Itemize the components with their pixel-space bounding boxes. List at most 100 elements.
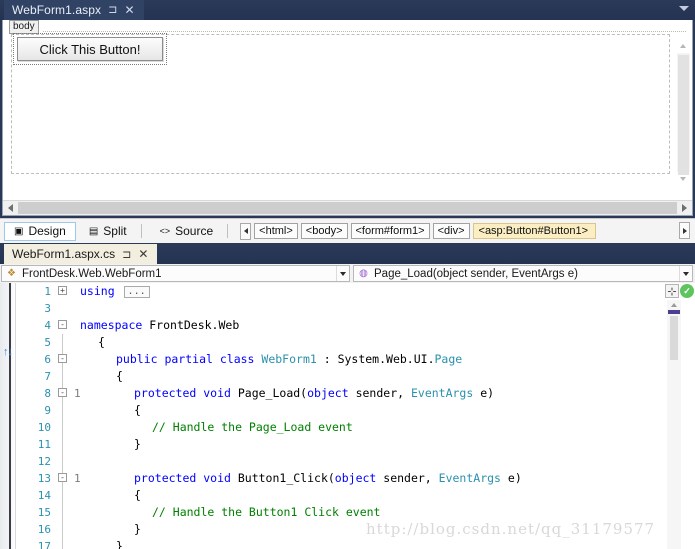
code-text: {: [116, 368, 123, 385]
code-text: // Handle the Page_Load event: [152, 419, 353, 436]
tab-webform1-aspx-cs[interactable]: WebForm1.aspx.cs ⊐ ✕: [4, 244, 158, 264]
pin-icon[interactable]: ⊐: [108, 4, 117, 16]
breadcrumb-tag-asp-button[interactable]: <asp:Button#Button1>: [472, 223, 596, 239]
chevron-down-icon[interactable]: [679, 266, 692, 281]
code-line[interactable]: 4- namespace FrontDesk.Web: [17, 317, 665, 334]
divider: [227, 224, 229, 238]
line-number: 4: [44, 319, 51, 332]
code-line[interactable]: 15 // Handle the Button1 Click event: [17, 504, 665, 521]
asp-button-control[interactable]: Click This Button!: [17, 37, 163, 61]
fold-collapse-icon[interactable]: -: [58, 388, 67, 397]
scroll-right-icon[interactable]: [682, 204, 687, 212]
code-token: using: [80, 284, 122, 298]
chevron-down-icon[interactable]: [336, 266, 349, 281]
line-number: 14: [37, 489, 51, 502]
tab-webform1-aspx[interactable]: WebForm1.aspx ⊐ ✕: [4, 0, 144, 20]
breadcrumb-tag-div[interactable]: <div>: [432, 223, 470, 239]
source-icon: <>: [159, 226, 171, 236]
code-text: namespace FrontDesk.Web: [80, 317, 239, 334]
fold-collapse-icon[interactable]: -: [58, 354, 67, 363]
fold-guide-line: [62, 368, 63, 385]
breadcrumb-scroll-left-button[interactable]: [240, 222, 252, 240]
code-line[interactable]: 1 + using ...: [17, 283, 665, 300]
scroll-up-icon[interactable]: [680, 44, 686, 48]
code-line[interactable]: 11}: [17, 436, 665, 453]
code-line[interactable]: 9{: [17, 402, 665, 419]
codelens-reference-count[interactable]: 1: [74, 385, 81, 402]
designer-horizontal-scrollbar[interactable]: [3, 200, 692, 215]
type-dropdown[interactable]: ❖ FrontDesk.Web.WebForm1: [1, 265, 350, 282]
close-icon[interactable]: ✕: [124, 4, 134, 16]
checkmark-icon[interactable]: ✓: [680, 284, 694, 298]
fold-collapse-icon[interactable]: -: [58, 320, 67, 329]
code-token: {: [116, 369, 123, 383]
member-dropdown[interactable]: ◍ Page_Load(object sender, EventArgs e): [353, 265, 693, 282]
breadcrumb-tag-body[interactable]: <body>: [300, 223, 348, 239]
editor-vscroll-track-fill: [670, 316, 678, 360]
chevron-down-icon[interactable]: [679, 6, 689, 11]
view-tab-design-label: Design: [28, 224, 66, 238]
editor-vscroll-thumb[interactable]: [668, 310, 680, 314]
editor-vertical-scrollbar[interactable]: [667, 300, 681, 549]
scroll-down-icon[interactable]: [680, 177, 686, 181]
breadcrumb-scroll-right-button[interactable]: [679, 222, 690, 239]
view-tab-design[interactable]: ▣ Design: [4, 221, 76, 241]
code-token: {: [98, 335, 105, 349]
chevron-right-icon: [682, 227, 687, 234]
tag-dotted-rule: [43, 31, 686, 32]
code-line[interactable]: 16}: [17, 521, 665, 538]
code-line[interactable]: 3: [17, 300, 665, 317]
view-tab-source[interactable]: <> Source: [151, 222, 223, 241]
line-number: 1: [44, 285, 51, 298]
code-line[interactable]: 5{: [17, 334, 665, 351]
code-line[interactable]: 6- public partial class WebForm1 : System…: [17, 351, 665, 368]
split-editor-icon[interactable]: ⊹: [665, 284, 679, 298]
line-number: 3: [44, 302, 51, 315]
designer-vscroll-thumb[interactable]: [678, 55, 689, 175]
code-lines[interactable]: 1 + using ... 3 4- namespace FrontDesk.Web 5{6…: [17, 283, 665, 549]
code-token: Page_Load(: [237, 386, 308, 400]
code-line[interactable]: 13-1 protected void Button1_Click(object …: [17, 470, 665, 487]
code-line[interactable]: 7{: [17, 368, 665, 385]
line-number: 9: [44, 404, 51, 417]
line-number: 6: [44, 353, 51, 366]
fold-expand-icon[interactable]: +: [58, 286, 67, 295]
line-number: 13: [37, 472, 51, 485]
code-line[interactable]: 17}: [17, 538, 665, 549]
code-token: public partial class: [116, 352, 262, 366]
pin-icon[interactable]: ⊐: [122, 248, 131, 261]
breadcrumb-tag-form[interactable]: <form#form1>: [350, 223, 430, 239]
tag-chip-body[interactable]: body: [9, 20, 39, 34]
code-line[interactable]: 10 // Handle the Page_Load event: [17, 419, 665, 436]
view-tab-split[interactable]: ▤ Split: [80, 222, 136, 241]
code-token: Page: [434, 352, 463, 366]
code-line[interactable]: 14 {: [17, 487, 665, 504]
code-text: }: [134, 521, 141, 538]
code-line[interactable]: 8-1 protected void Page_Load(object sende…: [17, 385, 665, 402]
visual-studio-window: WebForm1.aspx ⊐ ✕ body Click This Button…: [0, 0, 695, 549]
scroll-left-icon[interactable]: [8, 204, 13, 212]
code-token: {: [134, 403, 141, 417]
editor-change-track: [0, 283, 16, 549]
scroll-up-icon[interactable]: [671, 303, 677, 307]
collapsed-region-box[interactable]: ...: [123, 285, 150, 298]
code-text: public partial class WebForm1 : System.W…: [116, 351, 462, 368]
codelens-reference-count[interactable]: 1: [74, 470, 81, 487]
designer-vertical-scrollbar[interactable]: [677, 44, 690, 181]
code-line[interactable]: 12: [17, 453, 665, 470]
designer-tabstrip: WebForm1.aspx ⊐ ✕: [0, 0, 695, 20]
code-text: }: [116, 538, 123, 549]
designer-hscroll-thumb[interactable]: [18, 202, 677, 214]
designer-surface[interactable]: body Click This Button!: [2, 20, 693, 216]
breadcrumb-tag-html[interactable]: <html>: [254, 223, 298, 239]
fold-guide-line: [62, 402, 63, 419]
code-text: protected void Page_Load(object sender, …: [134, 385, 494, 402]
code-token: }: [134, 437, 141, 451]
close-icon[interactable]: ✕: [138, 247, 148, 261]
code-text: using ...: [80, 283, 150, 300]
code-editor[interactable]: ↑↓ 1 + using ... 3 4- namespace FrontDesk.Web…: [0, 283, 695, 549]
fold-guide-line: [62, 538, 63, 549]
fold-guide-line: [62, 521, 63, 538]
line-number: 12: [37, 455, 51, 468]
fold-collapse-icon[interactable]: -: [58, 473, 67, 482]
